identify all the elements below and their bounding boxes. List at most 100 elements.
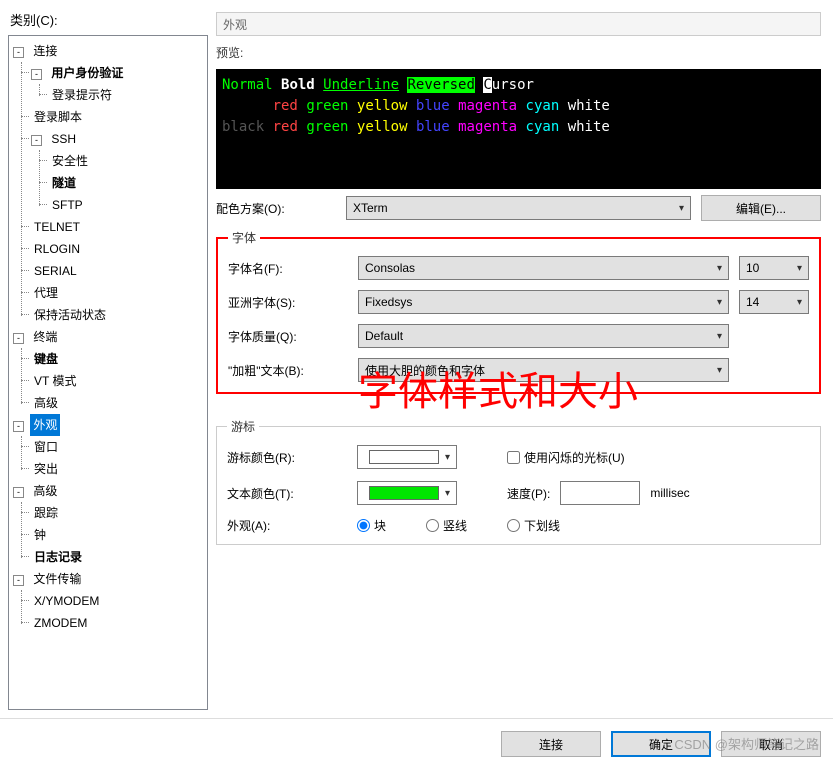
tree-item-rlogin[interactable]: RLOGIN: [31, 238, 83, 260]
fontquality-combo[interactable]: Default ▾: [358, 324, 729, 348]
preview-l3-green: green: [306, 119, 348, 135]
speed-input[interactable]: [560, 481, 640, 505]
boldtext-combo[interactable]: 使用大胆的颜色和字体 ▾: [358, 358, 729, 382]
tree-item-security[interactable]: 安全性: [49, 150, 91, 172]
cursorcolor-picker[interactable]: ▾: [357, 445, 457, 469]
edit-scheme-button[interactable]: 编辑(E)...: [701, 195, 821, 221]
shape-block-radio[interactable]: 块: [357, 517, 386, 534]
shape-vertical-label: 竖线: [443, 517, 467, 534]
font-group: 字体 字体名(F): Consolas ▾ 10 ▾: [216, 229, 821, 394]
tree-item-login-prompt[interactable]: 登录提示符: [49, 84, 115, 106]
cursor-group: 游标 游标颜色(R): ▾ 使用闪烁的光标(U): [216, 418, 821, 545]
shape-underline-radio[interactable]: 下划线: [507, 517, 560, 534]
shape-block-input[interactable]: [357, 519, 370, 532]
tree-item-userauth[interactable]: 用户身份验证: [48, 62, 126, 84]
tree-item-zmodem[interactable]: ZMODEM: [31, 612, 90, 634]
scheme-combo[interactable]: XTerm ▾: [346, 196, 691, 220]
chevron-down-icon: ▾: [717, 331, 722, 342]
chevron-down-icon: ▾: [445, 452, 450, 463]
tree-toggle-userauth[interactable]: -: [31, 69, 42, 80]
asianfont-combo[interactable]: Fixedsys ▾: [358, 290, 729, 314]
tree-toggle-appearance[interactable]: -: [13, 421, 24, 432]
preview-l3-red: red: [273, 119, 298, 135]
preview-l3-white: white: [568, 119, 610, 135]
scheme-label: 配色方案(O):: [216, 200, 336, 217]
tree-item-advanced[interactable]: 高级: [31, 392, 61, 414]
tree-item-vtmode[interactable]: VT 模式: [31, 370, 79, 392]
tree-toggle-connection[interactable]: -: [13, 47, 24, 58]
tree-item-connection[interactable]: 连接: [30, 40, 60, 62]
blink-checkbox[interactable]: 使用闪烁的光标(U): [507, 449, 625, 466]
tree-item-login-script[interactable]: 登录脚本: [31, 106, 85, 128]
ok-button[interactable]: 确定: [611, 731, 711, 757]
preview-l2-magenta: magenta: [458, 98, 517, 114]
fontsize-value: 10: [746, 261, 759, 275]
fontquality-value: Default: [365, 329, 403, 343]
fontsize-combo[interactable]: 10 ▾: [739, 256, 809, 280]
category-label: 类别(C):: [8, 8, 208, 31]
cancel-button[interactable]: 取消: [721, 731, 821, 757]
tree-toggle-filetransfer[interactable]: -: [13, 575, 24, 586]
tree-item-proxy[interactable]: 代理: [31, 282, 61, 304]
tree-item-keepalive[interactable]: 保持活动状态: [31, 304, 109, 326]
chevron-down-icon: ▾: [717, 263, 722, 274]
tree-item-tunnel[interactable]: 隧道: [49, 172, 79, 194]
speed-unit: millisec: [650, 486, 689, 500]
tree-item-ssh[interactable]: SSH: [48, 128, 79, 150]
tree-item-appearance[interactable]: 外观: [30, 414, 60, 436]
shape-label: 外观(A):: [227, 517, 347, 534]
tree-item-sftp[interactable]: SFTP: [49, 194, 86, 216]
speed-label: 速度(P):: [507, 485, 550, 502]
category-tree[interactable]: - 连接 - 用户身份验证 登录提示符 登录脚本: [8, 35, 208, 710]
tree-item-keyboard[interactable]: 键盘: [31, 348, 61, 370]
preview-l3-black: black: [222, 119, 264, 135]
preview-l2-blue: blue: [416, 98, 450, 114]
shape-vertical-radio[interactable]: 竖线: [426, 517, 467, 534]
boldtext-label: "加粗"文本(B):: [228, 362, 348, 379]
preview-l3-yellow: yellow: [357, 119, 408, 135]
tree-item-telnet[interactable]: TELNET: [31, 216, 83, 238]
tree-item-filetransfer[interactable]: 文件传输: [30, 568, 84, 590]
tree-item-trace[interactable]: 跟踪: [31, 502, 61, 524]
preview-bold: Bold: [281, 77, 315, 93]
textcolor-picker[interactable]: ▾: [357, 481, 457, 505]
font-legend: 字体: [228, 229, 260, 246]
preview-l3-cyan: cyan: [526, 119, 560, 135]
fontname-combo[interactable]: Consolas ▾: [358, 256, 729, 280]
tree-toggle-terminal[interactable]: -: [13, 333, 24, 344]
textcolor-label: 文本颜色(T):: [227, 485, 347, 502]
tree-item-highlight[interactable]: 突出: [31, 458, 61, 480]
preview-l2-cyan: cyan: [526, 98, 560, 114]
tree-item-advanced2[interactable]: 高级: [30, 480, 60, 502]
tree-item-bell[interactable]: 钟: [31, 524, 49, 546]
asianfontsize-combo[interactable]: 14 ▾: [739, 290, 809, 314]
tree-item-serial[interactable]: SERIAL: [31, 260, 80, 282]
preview-l3-magenta: magenta: [458, 119, 517, 135]
blink-checkbox-input[interactable]: [507, 451, 520, 464]
shape-vertical-input[interactable]: [426, 519, 439, 532]
tree-toggle-ssh[interactable]: -: [31, 135, 42, 146]
cursorcolor-swatch: [369, 450, 439, 464]
connect-button[interactable]: 连接: [501, 731, 601, 757]
section-header-input[interactable]: [216, 12, 821, 36]
preview-reversed: Reversed: [407, 77, 474, 93]
tree-item-terminal[interactable]: 终端: [30, 326, 60, 348]
tree-item-logging[interactable]: 日志记录: [31, 546, 85, 568]
asianfont-label: 亚洲字体(S):: [228, 294, 348, 311]
preview-normal: Normal: [222, 77, 273, 93]
preview-l2-yellow: yellow: [357, 98, 408, 114]
shape-underline-input[interactable]: [507, 519, 520, 532]
preview-underline: Underline: [323, 77, 399, 93]
chevron-down-icon: ▾: [717, 297, 722, 308]
textcolor-swatch: [369, 486, 439, 500]
preview-cursor-c: C: [483, 77, 491, 93]
shape-underline-label: 下划线: [524, 517, 560, 534]
cursorcolor-label: 游标颜色(R):: [227, 449, 347, 466]
tree-item-window[interactable]: 窗口: [31, 436, 61, 458]
shape-block-label: 块: [374, 517, 386, 534]
cursor-legend: 游标: [227, 418, 259, 435]
footer: 连接 确定 取消 CSDN @架构师笔记之路: [0, 718, 833, 769]
tree-item-xymodem[interactable]: X/YMODEM: [31, 590, 102, 612]
chevron-down-icon: ▾: [717, 365, 722, 376]
tree-toggle-advanced2[interactable]: -: [13, 487, 24, 498]
